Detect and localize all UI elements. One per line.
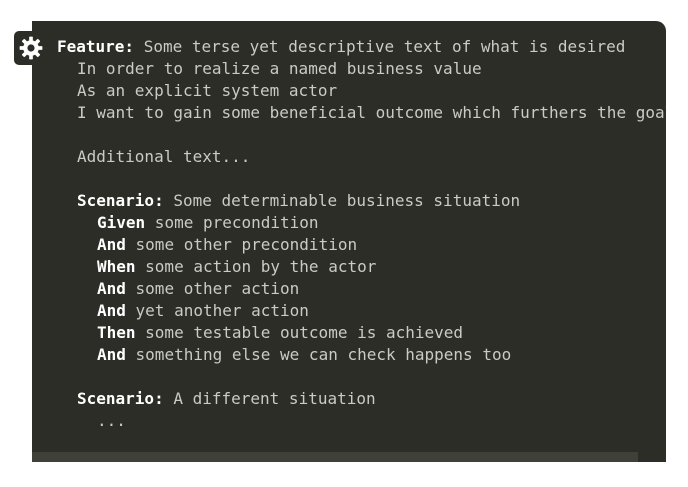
- code-text: something else we can check happens too: [125, 345, 512, 364]
- code-keyword: And: [97, 301, 126, 320]
- gherkin-code-block: Feature: Some terse yet descriptive text…: [32, 21, 666, 452]
- code-line: When some action by the actor: [97, 256, 376, 278]
- settings-button[interactable]: [14, 31, 48, 65]
- code-line: And something else we can check happens …: [97, 344, 511, 366]
- code-text: Additional text...: [77, 147, 251, 166]
- code-line: And some other precondition: [97, 234, 357, 256]
- code-line: ...: [97, 410, 126, 432]
- code-line: I want to gain some beneficial outcome w…: [77, 102, 666, 124]
- code-text: some other action: [125, 279, 300, 298]
- code-keyword: When: [97, 257, 136, 276]
- code-text: I want to gain some beneficial outcome w…: [77, 103, 666, 122]
- code-line: Scenario: Some determinable business sit…: [77, 190, 520, 212]
- code-text: ...: [97, 411, 126, 430]
- code-text: As an explicit system actor: [77, 81, 338, 100]
- code-text: Some terse yet descriptive text of what …: [134, 37, 626, 56]
- code-text: some action by the actor: [135, 257, 377, 276]
- code-keyword: And: [97, 235, 126, 254]
- code-line: As an explicit system actor: [77, 80, 337, 102]
- code-keyword: Scenario:: [77, 389, 164, 408]
- code-text: yet another action: [125, 301, 309, 320]
- code-keyword: And: [97, 345, 126, 364]
- code-text: In order to realize a named business val…: [77, 59, 482, 78]
- code-text: some other precondition: [125, 235, 358, 254]
- code-keyword: Feature:: [57, 37, 135, 56]
- code-line: Then some testable outcome is achieved: [97, 322, 463, 344]
- code-line: Feature: Some terse yet descriptive text…: [57, 36, 625, 58]
- code-line: Scenario: A different situation: [77, 388, 376, 410]
- code-keyword: Given: [97, 213, 146, 232]
- code-text: Some determinable business situation: [163, 191, 521, 210]
- scrollbar-thumb[interactable]: [32, 452, 638, 462]
- code-panel: Feature: Some terse yet descriptive text…: [32, 21, 666, 462]
- code-text: some testable outcome is achieved: [135, 323, 464, 342]
- horizontal-scrollbar[interactable]: [32, 452, 666, 462]
- gear-icon: [18, 35, 44, 61]
- code-keyword: And: [97, 279, 126, 298]
- code-line: Given some precondition: [97, 212, 319, 234]
- code-line: And yet another action: [97, 300, 309, 322]
- code-keyword: Then: [97, 323, 136, 342]
- code-line: And some other action: [97, 278, 299, 300]
- code-text: A different situation: [163, 389, 376, 408]
- code-text: some precondition: [145, 213, 319, 232]
- code-line: Additional text...: [77, 146, 250, 168]
- code-keyword: Scenario:: [77, 191, 164, 210]
- code-line: In order to realize a named business val…: [77, 58, 482, 80]
